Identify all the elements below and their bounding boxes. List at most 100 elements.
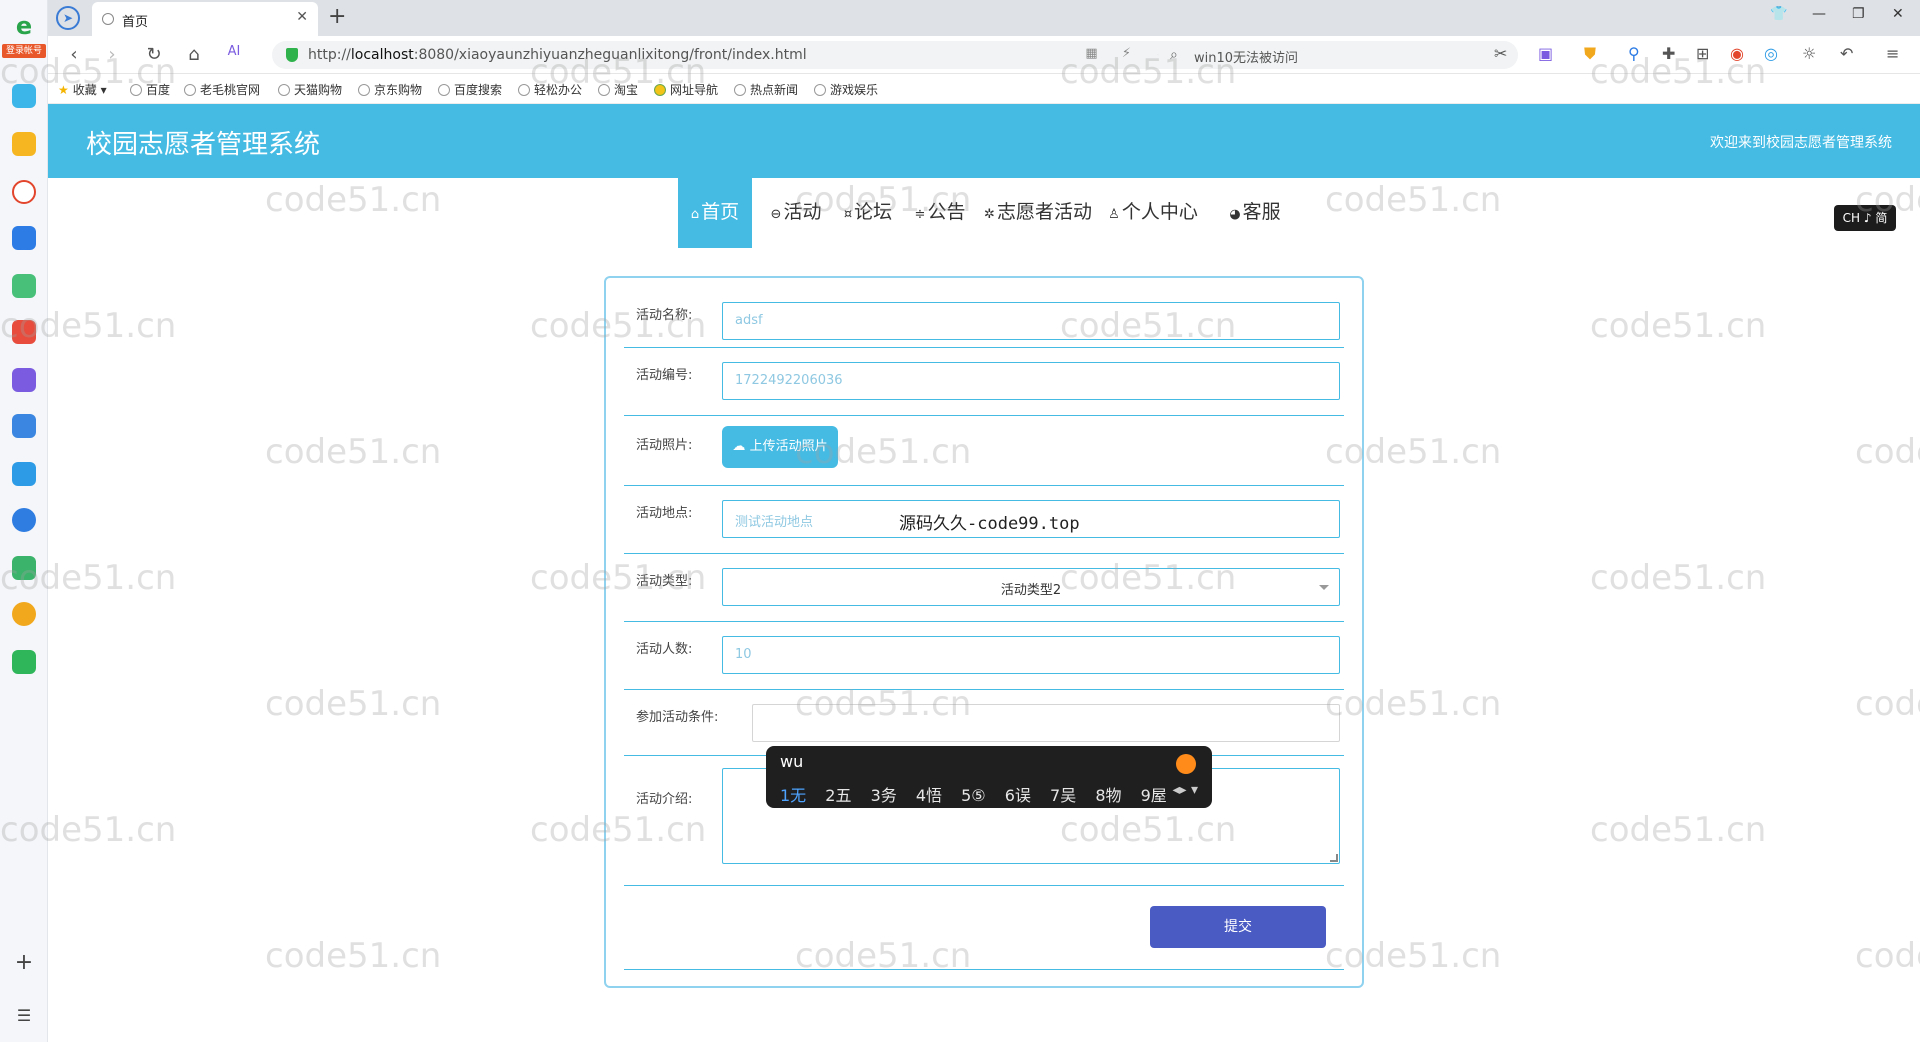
favorites-icon[interactable] (12, 132, 36, 156)
form-row-place: 活动地点: 测试活动地点 源码久久-code99.top (624, 486, 1344, 554)
activity-type-select[interactable]: 活动类型2 (722, 568, 1340, 606)
extension-icon[interactable]: ✚ (1662, 44, 1675, 63)
watermark-text: code51.cn (265, 432, 442, 472)
bookmark-item[interactable]: 老毛桃官网 (184, 81, 260, 98)
watermark-text: code51.cn (1855, 432, 1920, 472)
browser-logo-icon[interactable]: e (12, 12, 36, 40)
bookmark-item[interactable]: 淘宝 (598, 81, 638, 98)
new-tab-icon[interactable]: + (328, 4, 346, 29)
ime-candidate[interactable]: 2五 (825, 782, 851, 806)
activity-code-input[interactable]: 1722492206036 (722, 362, 1340, 400)
bookmark-item[interactable]: 百度 (130, 81, 170, 98)
ime-candidate[interactable]: 1无 (780, 782, 806, 806)
ai-writer-icon[interactable] (12, 226, 36, 250)
ime-language-indicator[interactable]: CH ♪ 简 (1834, 205, 1896, 231)
minimize-icon[interactable]: — (1812, 6, 1826, 22)
browser-sidebar: e 登录帐号 + ☰ (0, 0, 48, 1042)
bookmark-item[interactable]: 轻松办公 (518, 81, 582, 98)
user-icon: ♙ (1108, 207, 1120, 222)
add-app-icon[interactable] (12, 84, 36, 108)
doc-icon[interactable] (12, 462, 36, 486)
bookmark-item[interactable]: 热点新闻 (734, 81, 798, 98)
nav-personal-center[interactable]: ♙ 个人中心 (1106, 178, 1200, 248)
ai-icon[interactable]: AI (222, 44, 246, 59)
login-badge[interactable]: 登录帐号 (2, 44, 46, 58)
baidu-icon (130, 84, 142, 96)
nav-home[interactable]: ⌂ 首页 (678, 178, 752, 248)
watermark-text: code51.cn (1855, 684, 1920, 724)
ime-candidate[interactable]: 5⑤ (961, 786, 986, 805)
chevron-down-icon (1319, 585, 1329, 590)
globe-icon (102, 13, 114, 25)
pdf-icon[interactable] (12, 320, 36, 344)
name-label: 活动名称: (636, 308, 693, 323)
tab-home[interactable]: 首页 ✕ (92, 2, 318, 36)
mail-icon[interactable] (12, 650, 36, 674)
upload-photo-button[interactable]: ☁ 上传活动照片 (722, 426, 838, 468)
ime-candidate[interactable]: 8物 (1095, 782, 1121, 806)
activity-place-input[interactable]: 测试活动地点 源码久久-code99.top (722, 500, 1340, 538)
activity-name-input[interactable]: adsf (722, 302, 1340, 340)
participation-condition-input[interactable] (752, 704, 1340, 742)
nav-forum[interactable]: ¤ 论坛 (836, 178, 900, 248)
shield-icon[interactable]: ⛊ (1584, 44, 1596, 64)
reload-icon[interactable]: ↻ (142, 44, 166, 65)
menu-icon[interactable]: ≡ (1886, 44, 1899, 63)
url-text: http://localhost:8080/xiaoyaunzhiyuanzhe… (308, 47, 807, 63)
weibo-icon[interactable] (12, 602, 36, 626)
overlay-watermark-text: 源码久久-code99.top (899, 514, 1080, 534)
ime-candidate[interactable]: 7吴 (1050, 782, 1076, 806)
notes-icon[interactable] (12, 414, 36, 438)
image-tool-icon[interactable] (12, 274, 36, 298)
bookmark-item[interactable]: 京东购物 (358, 81, 422, 98)
nav-activity[interactable]: ⊖ 活动 (764, 178, 828, 248)
form-row-type: 活动类型: 活动类型2 (624, 554, 1344, 622)
brightness-icon[interactable]: ☼ (1802, 44, 1816, 63)
url-field[interactable]: http://localhost:8080/xiaoyaunzhiyuanzhe… (272, 41, 1186, 69)
ime-candidate[interactable]: 9屋 (1141, 782, 1167, 806)
search-field[interactable]: ⌕ win10无法被访问 (1158, 41, 1518, 69)
back-icon[interactable]: ‹ (62, 44, 86, 65)
ime-candidate[interactable]: 4悟 (916, 782, 942, 806)
site-icon (278, 84, 290, 96)
skin-icon[interactable]: 👕 (1770, 6, 1787, 22)
nav-service[interactable]: ◕ 客服 (1224, 178, 1286, 248)
undo-icon[interactable]: ↶ (1840, 44, 1853, 63)
site-icon (518, 84, 530, 96)
forward-icon[interactable]: › (100, 44, 124, 65)
translate-tool-icon[interactable]: ▣ (1538, 44, 1553, 63)
video-icon[interactable] (12, 368, 36, 392)
participant-count-input[interactable]: 10 (722, 636, 1340, 674)
scissors-icon[interactable]: ✂ (1494, 44, 1507, 63)
add-sidebar-icon[interactable]: + (0, 950, 48, 975)
resize-handle-icon[interactable] (1330, 854, 1338, 862)
ime-candidate[interactable]: 3务 (871, 782, 897, 806)
chrome-icon[interactable]: ◉ (1730, 44, 1744, 63)
magnifier-icon[interactable]: ⚲ (1628, 44, 1640, 63)
browser-nav-icon[interactable]: ➤ (56, 6, 80, 30)
bookmark-item[interactable]: 游戏娱乐 (814, 81, 878, 98)
ai-assistant-icon[interactable] (12, 180, 36, 204)
bookmark-item[interactable]: 天猫购物 (278, 81, 342, 98)
submit-button[interactable]: 提交 (1150, 906, 1326, 948)
home-nav-icon[interactable]: ⌂ (182, 44, 206, 65)
translate-icon[interactable] (12, 508, 36, 532)
restore-icon[interactable]: ❐ (1852, 6, 1865, 22)
notice-icon: ≑ (914, 207, 926, 222)
sidebar-menu-icon[interactable]: ☰ (0, 1006, 48, 1025)
ime-page-arrows-icon[interactable]: ◂▸ ▾ (1172, 782, 1198, 798)
sync-icon[interactable]: ◎ (1764, 44, 1778, 63)
bookmark-favorites[interactable]: ★ 收藏 ▾ (58, 81, 107, 98)
nav-volunteer-activity[interactable]: ✲ 志愿者活动 (980, 178, 1096, 248)
bookmark-item[interactable]: 百度搜索 (438, 81, 502, 98)
bookmark-item[interactable]: 网址导航 (654, 81, 718, 98)
nav-notice[interactable]: ≑ 公告 (908, 178, 972, 248)
condition-label: 参加活动条件: (636, 710, 719, 725)
map-tool-icon[interactable] (12, 556, 36, 580)
window-close-icon[interactable]: ✕ (1892, 6, 1904, 22)
close-icon[interactable]: ✕ (296, 9, 308, 25)
watermark-text: code51.cn (265, 180, 442, 220)
ime-candidate[interactable]: 6误 (1005, 782, 1031, 806)
form-row-code: 活动编号: 1722492206036 (624, 348, 1344, 416)
grid-icon[interactable]: ⊞ (1696, 44, 1709, 63)
